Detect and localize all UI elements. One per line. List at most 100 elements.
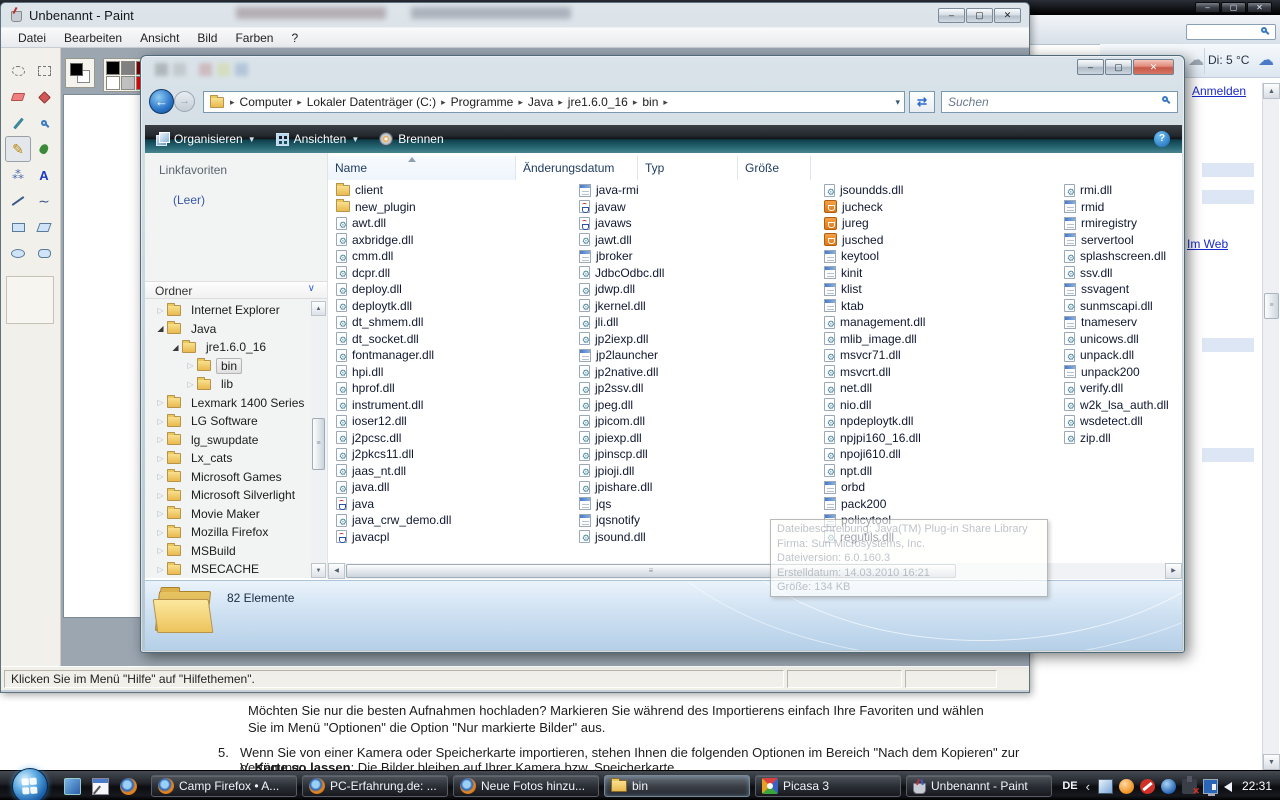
tree-item[interactable]: ▷MSECACHE bbox=[145, 560, 310, 578]
tray-chevron-icon[interactable]: ‹ bbox=[1086, 779, 1090, 794]
paint-maximize-button[interactable]: ▢ bbox=[966, 8, 993, 23]
tree-item[interactable]: ▷Microsoft Silverlight bbox=[145, 486, 310, 505]
column-header-größe[interactable]: Größe bbox=[738, 156, 811, 180]
paint-menu-item[interactable]: Farben bbox=[226, 31, 282, 45]
tray-power-plug-icon[interactable] bbox=[1182, 779, 1197, 794]
column-header-änderungsdatum[interactable]: Änderungsdatum bbox=[516, 156, 638, 180]
file-item[interactable]: nio.dll bbox=[824, 397, 1049, 414]
file-item[interactable]: cmm.dll bbox=[336, 248, 561, 265]
palette-swatch[interactable] bbox=[121, 61, 135, 75]
file-item[interactable]: jusched bbox=[824, 232, 1049, 249]
expanded-arrow-icon[interactable]: ◢ bbox=[170, 343, 181, 352]
tree-item[interactable]: ▷Mozilla Firefox bbox=[145, 523, 310, 542]
file-item[interactable]: deploytk.dll bbox=[336, 298, 561, 315]
file-item[interactable]: unpack.dll bbox=[1064, 347, 1182, 364]
file-item[interactable]: javacpl bbox=[336, 529, 561, 546]
file-item[interactable]: msvcr71.dll bbox=[824, 347, 1049, 364]
file-item[interactable]: jkernel.dll bbox=[579, 298, 804, 315]
tray-sphere-icon[interactable] bbox=[1161, 779, 1176, 794]
file-item[interactable]: verify.dll bbox=[1064, 380, 1182, 397]
file-item[interactable]: hpi.dll bbox=[336, 364, 561, 381]
file-item[interactable]: client bbox=[336, 182, 561, 199]
paint-menu-item[interactable]: Datei bbox=[9, 31, 55, 45]
paint-menu-item[interactable]: Ansicht bbox=[131, 31, 188, 45]
file-item[interactable]: ioser12.dll bbox=[336, 413, 561, 430]
paint-close-button[interactable]: ✕ bbox=[994, 8, 1021, 23]
tray-volume-icon[interactable] bbox=[1224, 782, 1232, 792]
file-item[interactable]: sunmscapi.dll bbox=[1064, 298, 1182, 315]
file-item[interactable]: jpiexp.dll bbox=[579, 430, 804, 447]
free-select-tool[interactable] bbox=[5, 58, 31, 84]
eraser-tool[interactable] bbox=[5, 84, 31, 110]
pencil-tool-selected[interactable]: ✎ bbox=[5, 136, 31, 162]
start-button[interactable] bbox=[12, 768, 48, 800]
back-button[interactable]: ← bbox=[149, 89, 174, 114]
file-item[interactable]: instrument.dll bbox=[336, 397, 561, 414]
palette-swatch[interactable] bbox=[121, 76, 135, 90]
forward-button[interactable]: → bbox=[174, 91, 195, 112]
file-item[interactable]: dt_socket.dll bbox=[336, 331, 561, 348]
file-item[interactable]: klist bbox=[824, 281, 1049, 298]
text-tool[interactable]: A bbox=[31, 162, 57, 188]
file-item[interactable]: jdwp.dll bbox=[579, 281, 804, 298]
taskbar-button[interactable]: PC-Erfahrung.de: ... bbox=[302, 775, 448, 797]
breadcrumb-separator-icon[interactable]: ▸ bbox=[295, 97, 304, 108]
file-item[interactable]: keytool bbox=[824, 248, 1049, 265]
select-tool[interactable] bbox=[31, 58, 57, 84]
file-item[interactable]: management.dll bbox=[824, 314, 1049, 331]
file-item[interactable]: ssv.dll bbox=[1064, 265, 1182, 282]
curve-tool[interactable]: ∼ bbox=[31, 188, 57, 214]
polygon-tool[interactable] bbox=[31, 214, 57, 240]
file-item[interactable]: j2pcsc.dll bbox=[336, 430, 561, 447]
file-item[interactable]: w2k_lsa_auth.dll bbox=[1064, 397, 1182, 414]
toolbar-button-organisieren[interactable]: Organisieren▼ bbox=[145, 127, 266, 151]
column-header-name[interactable]: Name bbox=[328, 156, 516, 180]
tree-item[interactable]: ▷Lexmark 1400 Series bbox=[145, 394, 310, 413]
collapsed-arrow-icon[interactable]: ▷ bbox=[155, 435, 166, 444]
color-picker-tool[interactable] bbox=[5, 110, 31, 136]
tree-item[interactable]: ▷Lx_cats bbox=[145, 449, 310, 468]
breadcrumb-item[interactable]: bin bbox=[639, 95, 661, 109]
breadcrumb-item[interactable]: jre1.6.0_16 bbox=[565, 95, 631, 109]
search-input[interactable] bbox=[946, 94, 1146, 110]
file-item[interactable]: jli.dll bbox=[579, 314, 804, 331]
collapsed-arrow-icon[interactable]: ▷ bbox=[185, 380, 196, 389]
ellipse-tool[interactable] bbox=[5, 240, 31, 266]
taskbar-button[interactable]: Neue Fotos hinzu... bbox=[453, 775, 599, 797]
quick-launch-app-icon[interactable] bbox=[92, 778, 109, 795]
toolbar-button-brennen[interactable]: Brennen bbox=[369, 127, 453, 151]
file-item[interactable]: jucheck bbox=[824, 199, 1049, 216]
file-item[interactable]: jpishare.dll bbox=[579, 479, 804, 496]
file-item[interactable]: npt.dll bbox=[824, 463, 1049, 480]
tree-item[interactable]: ▷Movie Maker bbox=[145, 505, 310, 524]
file-item[interactable]: npjpi160_16.dll bbox=[824, 430, 1049, 447]
zoom-tool[interactable] bbox=[31, 110, 57, 136]
file-item[interactable]: fontmanager.dll bbox=[336, 347, 561, 364]
file-item[interactable]: rmid bbox=[1064, 199, 1182, 216]
folders-band[interactable]: Ordner ∨ bbox=[145, 281, 327, 299]
collapsed-arrow-icon[interactable]: ▷ bbox=[185, 361, 196, 370]
airbrush-tool[interactable]: ⁂ bbox=[5, 162, 31, 188]
chevron-down-icon[interactable]: ∨ bbox=[308, 283, 315, 294]
breadcrumb[interactable]: ▸ Computer▸Lokaler Datenträger (C:)▸Prog… bbox=[203, 91, 905, 113]
explorer-close-button[interactable]: ✕ bbox=[1133, 59, 1174, 75]
breadcrumb-item[interactable]: Computer bbox=[237, 95, 296, 109]
rectangle-tool[interactable] bbox=[5, 214, 31, 240]
line-tool[interactable] bbox=[5, 188, 31, 214]
paint-title-bar[interactable]: Unbenannt - Paint ‒ ▢ ✕ bbox=[1, 3, 1029, 27]
file-item[interactable]: wsdetect.dll bbox=[1064, 413, 1182, 430]
file-item[interactable]: unpack200 bbox=[1064, 364, 1182, 381]
breadcrumb-item[interactable]: Java bbox=[525, 95, 556, 109]
file-item[interactable]: java-rmi bbox=[579, 182, 804, 199]
collapsed-arrow-icon[interactable]: ▷ bbox=[155, 306, 166, 315]
file-item[interactable]: tnameserv bbox=[1064, 314, 1182, 331]
scroll-left-icon[interactable]: ◀ bbox=[328, 563, 345, 579]
file-item[interactable]: jsoundds.dll bbox=[824, 182, 1049, 199]
file-item[interactable]: jp2iexp.dll bbox=[579, 331, 804, 348]
taskbar-button[interactable]: Picasa 3 bbox=[755, 775, 901, 797]
file-item[interactable]: npoji610.dll bbox=[824, 446, 1049, 463]
scroll-down-icon[interactable]: ▼ bbox=[311, 563, 326, 578]
file-item[interactable]: jp2native.dll bbox=[579, 364, 804, 381]
file-item[interactable]: javaw bbox=[579, 199, 804, 216]
file-item[interactable]: mlib_image.dll bbox=[824, 331, 1049, 348]
